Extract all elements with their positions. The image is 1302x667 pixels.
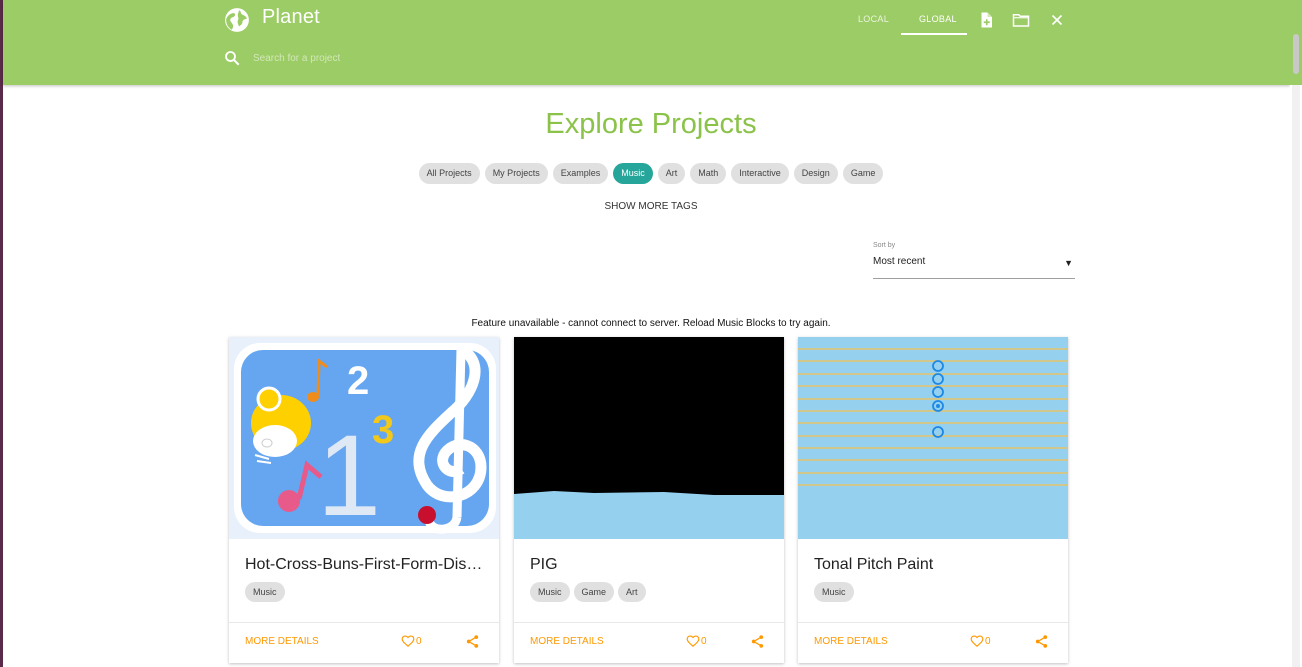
like-button[interactable]: 0 (401, 634, 422, 648)
scrollbar-thumb[interactable] (1293, 34, 1299, 74)
tag-chip-music[interactable]: Music (613, 163, 653, 184)
project-tags: Music Game Art (530, 582, 646, 602)
sort-select[interactable]: Most recent ▼ (873, 256, 1075, 279)
like-count: 0 (985, 635, 991, 647)
like-count: 0 (701, 635, 707, 647)
new-file-icon[interactable] (977, 11, 995, 29)
tag-chip-design[interactable]: Design (793, 163, 838, 184)
active-tab-indicator (901, 33, 967, 35)
like-button[interactable]: 0 (970, 634, 991, 648)
project-tag[interactable]: Music (245, 582, 285, 602)
like-button[interactable]: 0 (686, 634, 707, 648)
project-card: 1 2 3 Hot-Cross-Buns-First-Form-Discover… (229, 337, 499, 663)
heart-icon (686, 635, 700, 648)
project-tags: Music (245, 582, 285, 602)
sort-label: Sort by (873, 242, 896, 249)
like-count: 0 (416, 635, 422, 647)
project-thumbnail[interactable] (514, 337, 784, 539)
heart-icon (970, 635, 984, 648)
project-card: PIG Music Game Art MORE DETAILS 0 (514, 337, 784, 663)
project-tag[interactable]: Music (530, 582, 570, 602)
tag-chip-all-projects[interactable]: All Projects (418, 163, 480, 184)
search-icon (225, 51, 240, 66)
show-more-tags-button[interactable]: SHOW MORE TAGS (0, 201, 1302, 212)
project-title: Tonal Pitch Paint (814, 556, 934, 573)
page-heading: Explore Projects (545, 108, 757, 140)
project-thumbnail[interactable]: 1 2 3 (229, 337, 499, 539)
app-title: Planet (262, 6, 320, 28)
project-title: PIG (530, 556, 558, 573)
project-tag[interactable]: Music (814, 582, 854, 602)
project-thumbnail[interactable] (798, 337, 1068, 539)
planet-header: Planet LOCAL GLOBAL (3, 0, 1290, 85)
close-icon[interactable] (1048, 11, 1066, 29)
share-icon[interactable] (750, 634, 765, 649)
search-input[interactable] (251, 48, 555, 68)
tab-local[interactable]: LOCAL (858, 14, 889, 24)
project-tags: Music (814, 582, 854, 602)
sort-value: Most recent (873, 256, 926, 267)
card-divider (229, 622, 499, 623)
scrollbar-track[interactable] (1292, 0, 1300, 667)
project-title: Hot-Cross-Buns-First-Form-Discovery (245, 556, 485, 573)
card-divider (798, 622, 1068, 623)
window-left-edge (0, 0, 3, 667)
tag-filter-bar: All Projects My Projects Examples Music … (0, 163, 1302, 184)
project-card: Tonal Pitch Paint Music MORE DETAILS 0 (798, 337, 1068, 663)
tab-global[interactable]: GLOBAL (919, 14, 957, 24)
scrollbar[interactable] (1290, 0, 1302, 667)
project-tag[interactable]: Game (573, 582, 615, 602)
globe-icon (225, 8, 249, 32)
share-icon[interactable] (1034, 634, 1049, 649)
svg-text:3: 3 (372, 408, 394, 452)
project-tag[interactable]: Art (618, 582, 646, 602)
tag-chip-game[interactable]: Game (842, 163, 884, 184)
open-folder-icon[interactable] (1012, 11, 1030, 29)
more-details-button[interactable]: MORE DETAILS (530, 636, 604, 647)
tag-chip-math[interactable]: Math (690, 163, 727, 184)
more-details-button[interactable]: MORE DETAILS (814, 636, 888, 647)
heart-icon (401, 635, 415, 648)
svg-text:2: 2 (347, 359, 369, 403)
card-divider (514, 622, 784, 623)
more-details-button[interactable]: MORE DETAILS (245, 636, 319, 647)
server-notice: Feature unavailable - cannot connect to … (471, 318, 831, 329)
tag-chip-my-projects[interactable]: My Projects (484, 163, 548, 184)
share-icon[interactable] (465, 634, 480, 649)
tag-chip-interactive[interactable]: Interactive (731, 163, 789, 184)
tag-chip-art[interactable]: Art (657, 163, 686, 184)
dropdown-arrow-icon: ▼ (1064, 258, 1073, 268)
tag-chip-examples[interactable]: Examples (552, 163, 609, 184)
